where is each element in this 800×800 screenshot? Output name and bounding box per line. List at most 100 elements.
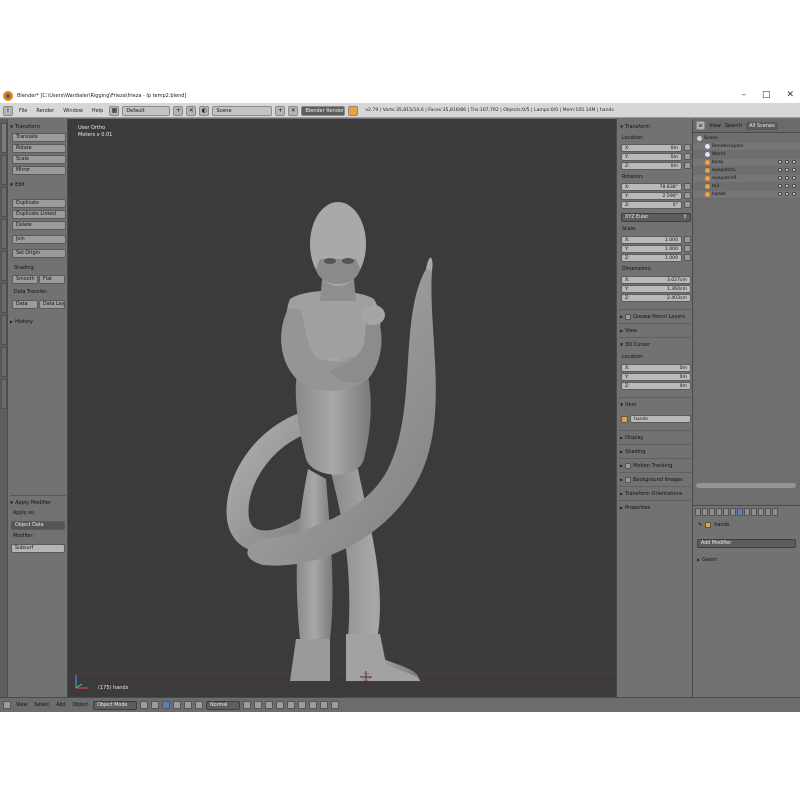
lock-icon[interactable]: [684, 236, 691, 243]
lock-layers-icon[interactable]: [287, 701, 296, 709]
dimension-x-field[interactable]: X: 3.027cm: [621, 276, 691, 284]
layers-tab-icon[interactable]: [702, 508, 708, 516]
world-tab-icon[interactable]: [716, 508, 722, 516]
menu-view[interactable]: View: [14, 703, 29, 708]
tab-grease-pencil[interactable]: [1, 283, 7, 313]
transform-orientations-header[interactable]: ▶ Transform Orientations: [620, 489, 692, 498]
checkbox-icon[interactable]: [625, 313, 632, 320]
lock-icon[interactable]: [684, 254, 691, 261]
editor-type-icon[interactable]: i: [3, 105, 13, 116]
scale-button[interactable]: Scale: [12, 155, 66, 164]
transform-panel-header[interactable]: ▼ Transform: [10, 122, 66, 131]
render-engine-select[interactable]: Blender Render: [301, 105, 346, 116]
rotation-y-field[interactable]: Y: 2.590°: [621, 192, 682, 200]
duplicate-button[interactable]: Duplicate: [12, 199, 66, 208]
layer-button-icon[interactable]: [265, 701, 274, 709]
visibility-toggles[interactable]: [778, 176, 796, 180]
tab-relations[interactable]: [1, 187, 7, 217]
remove-scene-icon[interactable]: ✕: [288, 105, 299, 116]
shading-header[interactable]: ▶ Shading: [620, 447, 692, 456]
translate-manipulator-icon[interactable]: [173, 701, 182, 709]
layer-button-icon[interactable]: [276, 701, 285, 709]
3d-cursor-header[interactable]: ▼ 3D Cursor: [620, 340, 692, 349]
outliner-row-world[interactable]: World: [693, 151, 800, 158]
cursor-z-field[interactable]: Z: 0m: [621, 382, 691, 390]
snap-target-icon[interactable]: [320, 701, 329, 709]
material-tab-icon[interactable]: [751, 508, 757, 516]
scale-x-field[interactable]: X: 1.000: [621, 236, 682, 244]
outliner-row-renderlayers[interactable]: RenderLayers: [693, 143, 800, 150]
manipulator-toggle-icon[interactable]: [162, 701, 171, 709]
outliner-row-hands[interactable]: hands: [693, 191, 800, 198]
item-header[interactable]: ▼ Item: [620, 400, 692, 409]
translate-button[interactable]: Translate: [12, 133, 66, 142]
menu-window[interactable]: Window: [60, 108, 86, 114]
item-name-field[interactable]: hands: [630, 415, 691, 423]
modifier-panel-header[interactable]: ▶ Geom: [697, 555, 769, 564]
tab-addon[interactable]: [1, 379, 7, 409]
flat-button[interactable]: Flat: [39, 275, 65, 284]
scene-field[interactable]: Scene: [212, 105, 273, 116]
opengl-render-icon[interactable]: [331, 701, 340, 709]
outliner-editor-icon[interactable]: ≡: [696, 121, 705, 130]
rotation-mode-select[interactable]: XYZ Euler ⇕: [621, 213, 691, 222]
tab-create[interactable]: [1, 155, 7, 185]
remove-layout-icon[interactable]: ✕: [186, 105, 197, 116]
tab-animation[interactable]: [1, 219, 7, 249]
physics-tab-icon[interactable]: [772, 508, 778, 516]
history-panel-header[interactable]: ▶ History: [10, 317, 66, 326]
transform-orientation-select[interactable]: Normal: [206, 700, 241, 710]
checkbox-icon[interactable]: [625, 462, 632, 469]
smooth-button[interactable]: Smooth: [12, 275, 38, 284]
layer-button-icon[interactable]: [254, 701, 263, 709]
interaction-mode-select[interactable]: Object Mode: [93, 700, 138, 710]
outliner-view-menu[interactable]: View: [709, 123, 721, 129]
snap-icon[interactable]: [309, 701, 318, 709]
visibility-toggles[interactable]: [778, 168, 796, 172]
add-layout-icon[interactable]: +: [173, 105, 184, 116]
menu-file[interactable]: File: [16, 108, 30, 114]
minimize-icon[interactable]: –: [741, 90, 746, 100]
cursor-y-field[interactable]: Y: 0m: [621, 373, 691, 381]
checkbox-icon[interactable]: [625, 476, 632, 483]
dimension-y-field[interactable]: Y: 1.360cm: [621, 285, 691, 293]
display-header[interactable]: ▶ Display: [620, 433, 692, 442]
outliner-row-scene[interactable]: Scene: [693, 135, 800, 142]
data-button[interactable]: Data: [12, 300, 38, 309]
modifier-field[interactable]: Subsurf: [11, 544, 65, 553]
scene-icon[interactable]: ◐: [199, 105, 210, 116]
menu-select[interactable]: Select: [32, 703, 51, 708]
apply-as-select[interactable]: Object Data: [11, 521, 65, 530]
rotate-manipulator-icon[interactable]: [184, 701, 193, 709]
apply-modifier-panel-header[interactable]: ▼ Apply Modifier: [10, 498, 66, 507]
particles-tab-icon[interactable]: [765, 508, 771, 516]
location-z-field[interactable]: Z: 0m: [621, 162, 682, 170]
rotate-button[interactable]: Rotate: [12, 144, 66, 153]
layer-button-icon[interactable]: [243, 701, 252, 709]
lock-icon[interactable]: [684, 144, 691, 151]
scale-y-field[interactable]: Y: 1.000: [621, 245, 682, 253]
view-header[interactable]: ▶ View: [620, 326, 692, 335]
3d-viewport[interactable]: User Ortho Meters x 0.01 (175) hands: [68, 119, 616, 697]
editor-type-icon[interactable]: [3, 701, 11, 709]
outliner-row-eyepatchr[interactable]: eyepatchR: [693, 175, 800, 182]
tab-physics[interactable]: [1, 251, 7, 281]
visibility-toggles[interactable]: [778, 160, 796, 164]
outliner-search-menu[interactable]: Search: [725, 123, 742, 129]
menu-help[interactable]: Help: [89, 108, 106, 114]
maximize-icon[interactable]: □: [762, 90, 771, 100]
dimension-z-field[interactable]: Z: 2.403cm: [621, 294, 691, 302]
lock-icon[interactable]: [684, 192, 691, 199]
rotation-x-field[interactable]: X: 78.838°: [621, 183, 682, 191]
texture-tab-icon[interactable]: [758, 508, 764, 516]
set-origin-button[interactable]: Set Origin: [12, 249, 66, 258]
delete-button[interactable]: Delete: [12, 221, 66, 230]
close-icon[interactable]: ✕: [786, 90, 794, 100]
menu-object[interactable]: Object: [71, 703, 91, 708]
mirror-button[interactable]: Mirror: [12, 166, 66, 175]
lock-icon[interactable]: [684, 162, 691, 169]
rotation-z-field[interactable]: Z: 0°: [621, 201, 682, 209]
visibility-toggles[interactable]: [778, 192, 796, 196]
menu-add[interactable]: Add: [54, 703, 67, 708]
tab-tools[interactable]: [1, 123, 7, 153]
